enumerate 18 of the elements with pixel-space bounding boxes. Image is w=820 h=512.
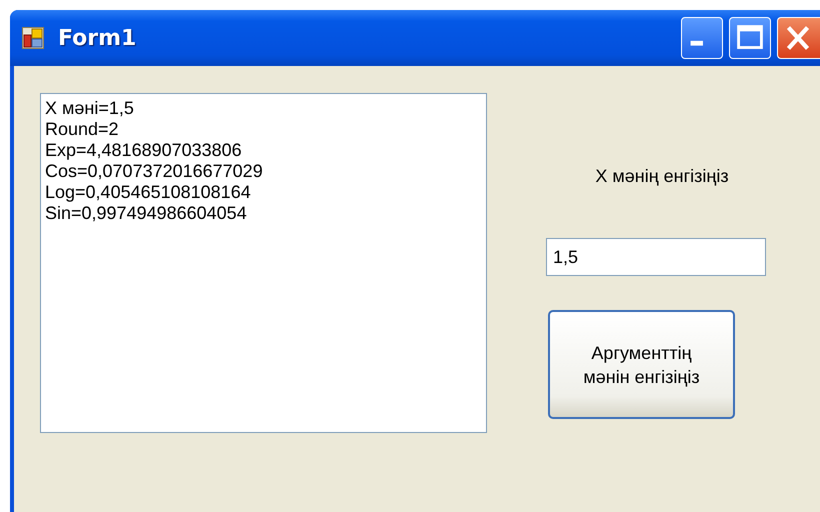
text-line: Exp=4,48168907033806 — [45, 140, 242, 161]
maximize-icon — [737, 25, 763, 49]
app-icon — [22, 27, 44, 49]
text-line: Sin=0,997494986604054 — [45, 203, 247, 224]
maximize-button[interactable] — [729, 17, 771, 59]
input-field[interactable]: 1,5 — [546, 238, 766, 276]
output-text-area[interactable]: X мәні=1,5 Round=2 Exp=4,48168907033806 Cos=0,0707372016677029 Log=0,405465108108164 Sin=0,997494986604054 — [40, 93, 487, 433]
text-line: Round=2 — [45, 119, 119, 140]
prompt-label: X мәнің енгізіңіз — [595, 166, 729, 187]
window-title: Form1 — [58, 26, 136, 50]
text-line: X мәні=1,5 — [45, 98, 134, 119]
submit-button[interactable]: Аргументтің мәнін енгізіңіз — [548, 310, 735, 419]
close-button[interactable] — [777, 17, 820, 59]
minimize-button[interactable] — [681, 17, 723, 59]
close-icon — [786, 25, 810, 51]
minimize-icon — [690, 40, 703, 46]
text-line: Cos=0,0707372016677029 — [45, 161, 263, 182]
text-line: Log=0,405465108108164 — [45, 182, 251, 203]
